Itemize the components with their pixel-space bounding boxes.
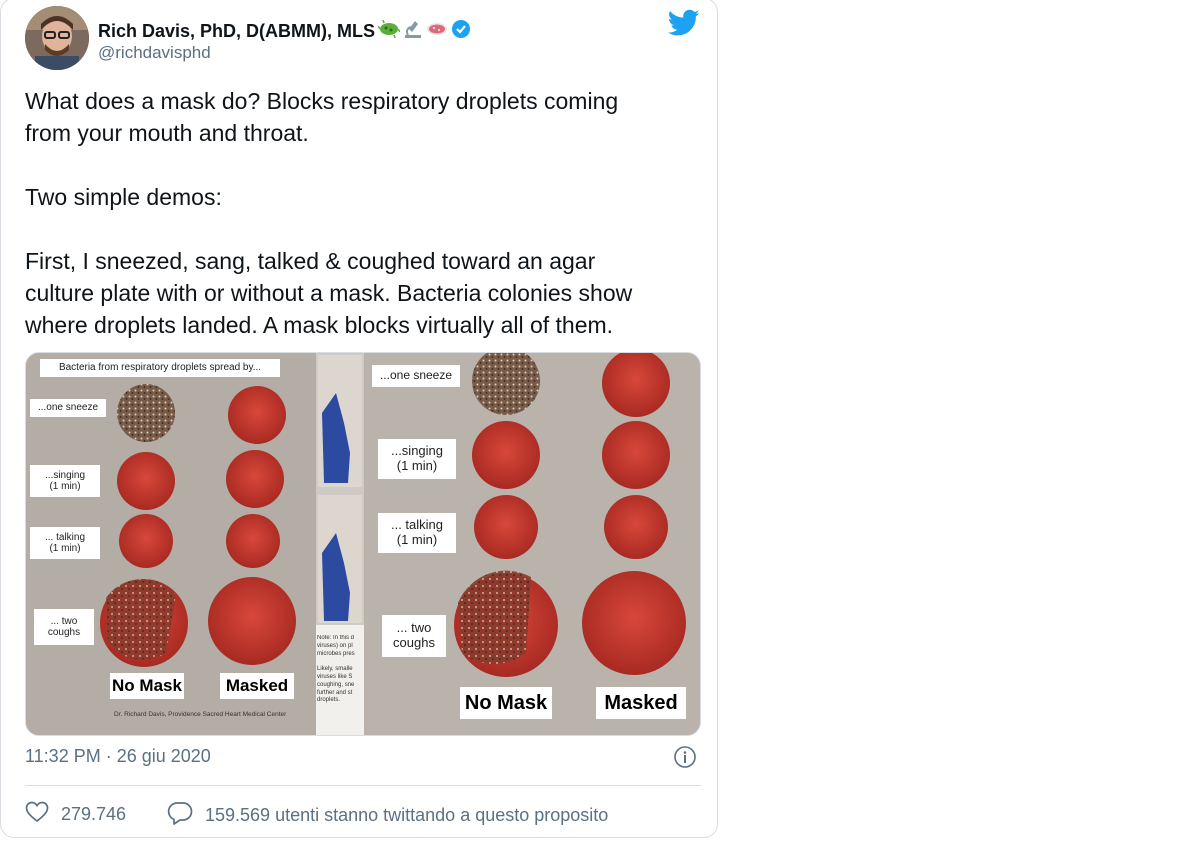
tweet-paragraph: What does a mask do? Blocks respiratory … (25, 88, 619, 146)
right-row-label: ... talking (1 min) (378, 513, 456, 553)
reply-text: 159.569 utenti stanno twittando a questo… (205, 805, 609, 825)
left-row-label: ...singing (1 min) (30, 465, 100, 497)
left-col-label-masked: Masked (220, 673, 294, 699)
author-name-row[interactable]: Rich Davis, PhD, D(ABMM), MLS (98, 19, 471, 44)
like-action[interactable]: 279.746 (25, 801, 126, 828)
petri-dish-emoji-icon (426, 21, 448, 42)
avatar[interactable] (25, 6, 89, 70)
info-icon[interactable] (673, 745, 697, 769)
like-count: 279.746 (61, 804, 127, 824)
heart-icon[interactable] (25, 801, 49, 828)
right-row-label: ...singing (1 min) (378, 439, 456, 479)
microbe-emoji-icon (377, 19, 401, 43)
speech-bubble-icon[interactable] (167, 801, 193, 830)
left-panel-header: Bacteria from respiratory droplets sprea… (40, 359, 280, 377)
tweet-text: What does a mask do? Blocks respiratory … (25, 85, 705, 341)
right-row-label: ... two coughs (382, 615, 446, 657)
tweet-timestamp[interactable]: 11:32 PM · 26 giu 2020 (25, 746, 211, 767)
author-name[interactable]: Rich Davis, PhD, D(ABMM), MLS (98, 21, 375, 42)
divider (25, 785, 701, 786)
left-col-label-no-mask: No Mask (110, 673, 184, 699)
microscope-emoji-icon (403, 19, 423, 44)
left-row-label: ...one sneeze (30, 399, 106, 417)
image-credit: Dr. Richard Davis, Providence Sacred Hea… (114, 711, 287, 718)
verified-badge-icon (451, 19, 471, 44)
reply-action[interactable]: 159.569 utenti stanno twittando a questo… (167, 801, 608, 830)
tweet-paragraph: Two simple demos: (25, 184, 222, 210)
right-col-label-no-mask: No Mask (460, 687, 552, 719)
author-handle[interactable]: @richdavisphd (98, 43, 211, 63)
right-col-label-masked: Masked (596, 687, 686, 719)
tweet-paragraph: First, I sneezed, sang, talked & coughed… (25, 248, 633, 338)
right-row-label: ...one sneeze (372, 365, 460, 387)
middle-note: Note: In this d viruses) on pl microbes … (317, 635, 355, 704)
twitter-bird-icon[interactable] (667, 9, 700, 37)
tweet-card: Rich Davis, PhD, D(ABMM), MLS @richdavis… (0, 0, 718, 838)
left-row-label: ... two coughs (34, 609, 94, 645)
left-row-label: ... talking (1 min) (30, 527, 100, 559)
tweet-media-image[interactable]: Bacteria from respiratory droplets sprea… (25, 352, 701, 736)
